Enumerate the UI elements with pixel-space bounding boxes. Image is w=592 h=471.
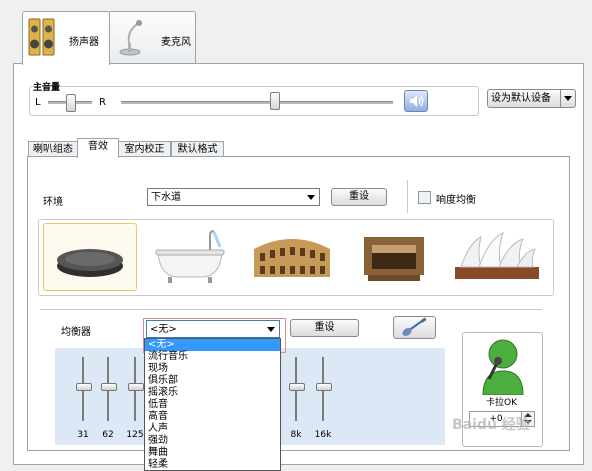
list-item[interactable]: <无> <box>145 339 280 351</box>
tab-default-format[interactable]: 默认格式 <box>171 141 224 157</box>
eq-slider-8k[interactable] <box>288 357 305 423</box>
loudness-label: 响度均衡 <box>436 195 476 206</box>
environment-select[interactable]: 下水道 <box>147 188 320 206</box>
list-item[interactable]: 低音 <box>145 399 280 411</box>
preset-opera-house[interactable] <box>451 223 543 289</box>
loudness-checkbox[interactable] <box>418 191 431 204</box>
environment-reset-label: 重设 <box>349 191 369 202</box>
environment-label: 环境 <box>43 197 63 208</box>
tab-room-correction[interactable]: 室内校正 <box>118 141 171 157</box>
preset-bathroom[interactable] <box>144 223 236 289</box>
eq-slider-125[interactable] <box>127 357 144 423</box>
karaoke-label: 卡拉OK <box>486 398 517 408</box>
equalizer-reset-label: 重设 <box>314 322 335 333</box>
chevron-down-icon <box>307 195 315 200</box>
tab-sound-effects[interactable]: 音效 <box>77 138 119 158</box>
volume-track <box>121 101 393 104</box>
eq-band-label: 16k <box>314 430 332 440</box>
equalizer-label: 均衡器 <box>61 327 91 338</box>
list-item[interactable]: 流行音乐 <box>145 351 280 363</box>
eq-band-label: 62 <box>102 430 114 440</box>
eq-band-label: 8k <box>290 430 302 440</box>
speaker-volume-icon <box>410 95 424 107</box>
environment-reset-button[interactable]: 重设 <box>331 188 387 206</box>
preset-colosseum[interactable] <box>246 223 338 289</box>
eq-slider-62[interactable] <box>100 357 117 423</box>
list-item[interactable]: 强劲 <box>145 435 280 447</box>
chevron-down-icon <box>560 90 575 107</box>
tab-speaker[interactable]: 扬声器 <box>22 11 110 65</box>
tab-microphone[interactable]: 麦克风 <box>108 11 196 64</box>
list-item[interactable]: 俱乐部 <box>145 375 280 387</box>
preset-sewer[interactable] <box>43 223 137 291</box>
volume-slider[interactable] <box>270 92 280 110</box>
list-item[interactable]: 高音 <box>145 411 280 423</box>
divider <box>40 309 542 310</box>
tab-speaker-label: 扬声器 <box>69 37 99 48</box>
eq-slider-31[interactable] <box>75 357 92 423</box>
bathtub-icon <box>155 230 225 283</box>
balance-right-label: R <box>99 97 106 108</box>
theater-icon <box>364 237 424 281</box>
tab-default-format-label: 默认格式 <box>177 144 218 155</box>
list-item[interactable]: 摇滚乐 <box>145 387 280 399</box>
equalizer-dropdown-list: <无> 流行音乐 现场 俱乐部 摇滚乐 低音 高音 人声 强劲 舞曲 轻柔 <box>144 338 281 471</box>
list-item[interactable]: 现场 <box>145 363 280 375</box>
equalizer-reset-button[interactable]: 重设 <box>290 319 359 337</box>
colosseum-icon <box>254 239 330 277</box>
microphone-icon <box>117 18 147 58</box>
tab-speaker-config-label: 喇叭组态 <box>33 144 73 155</box>
speaker-icon <box>28 17 56 57</box>
balance-left-label: L <box>35 97 41 108</box>
environment-value: 下水道 <box>151 192 181 203</box>
list-item[interactable]: 人声 <box>145 423 280 435</box>
list-item[interactable]: 轻柔 <box>145 459 280 470</box>
watermark: Baidu 经验 <box>452 417 530 433</box>
opera-house-icon <box>455 232 539 279</box>
manhole-icon <box>57 249 123 277</box>
set-default-device-button[interactable]: 设为默认设备 <box>487 89 576 108</box>
preset-theater[interactable] <box>348 223 440 289</box>
balance-slider[interactable] <box>66 94 76 112</box>
tab-room-correction-label: 室内校正 <box>124 144 165 155</box>
tab-sound-effects-label: 音效 <box>88 141 108 152</box>
tab-microphone-label: 麦克风 <box>161 37 191 48</box>
divider <box>407 180 408 213</box>
mute-button[interactable] <box>404 90 428 112</box>
karaoke-singer-icon <box>482 339 524 395</box>
guitar-button[interactable] <box>393 316 436 339</box>
list-item[interactable]: 舞曲 <box>145 447 280 459</box>
master-volume-title: 主音量 <box>33 83 61 93</box>
eq-slider-16k[interactable] <box>315 357 332 423</box>
set-default-device-label: 设为默认设备 <box>491 93 551 104</box>
tab-speaker-config[interactable]: 喇叭组态 <box>28 141 78 157</box>
eq-band-label: 31 <box>77 430 89 440</box>
guitar-icon <box>402 317 427 337</box>
